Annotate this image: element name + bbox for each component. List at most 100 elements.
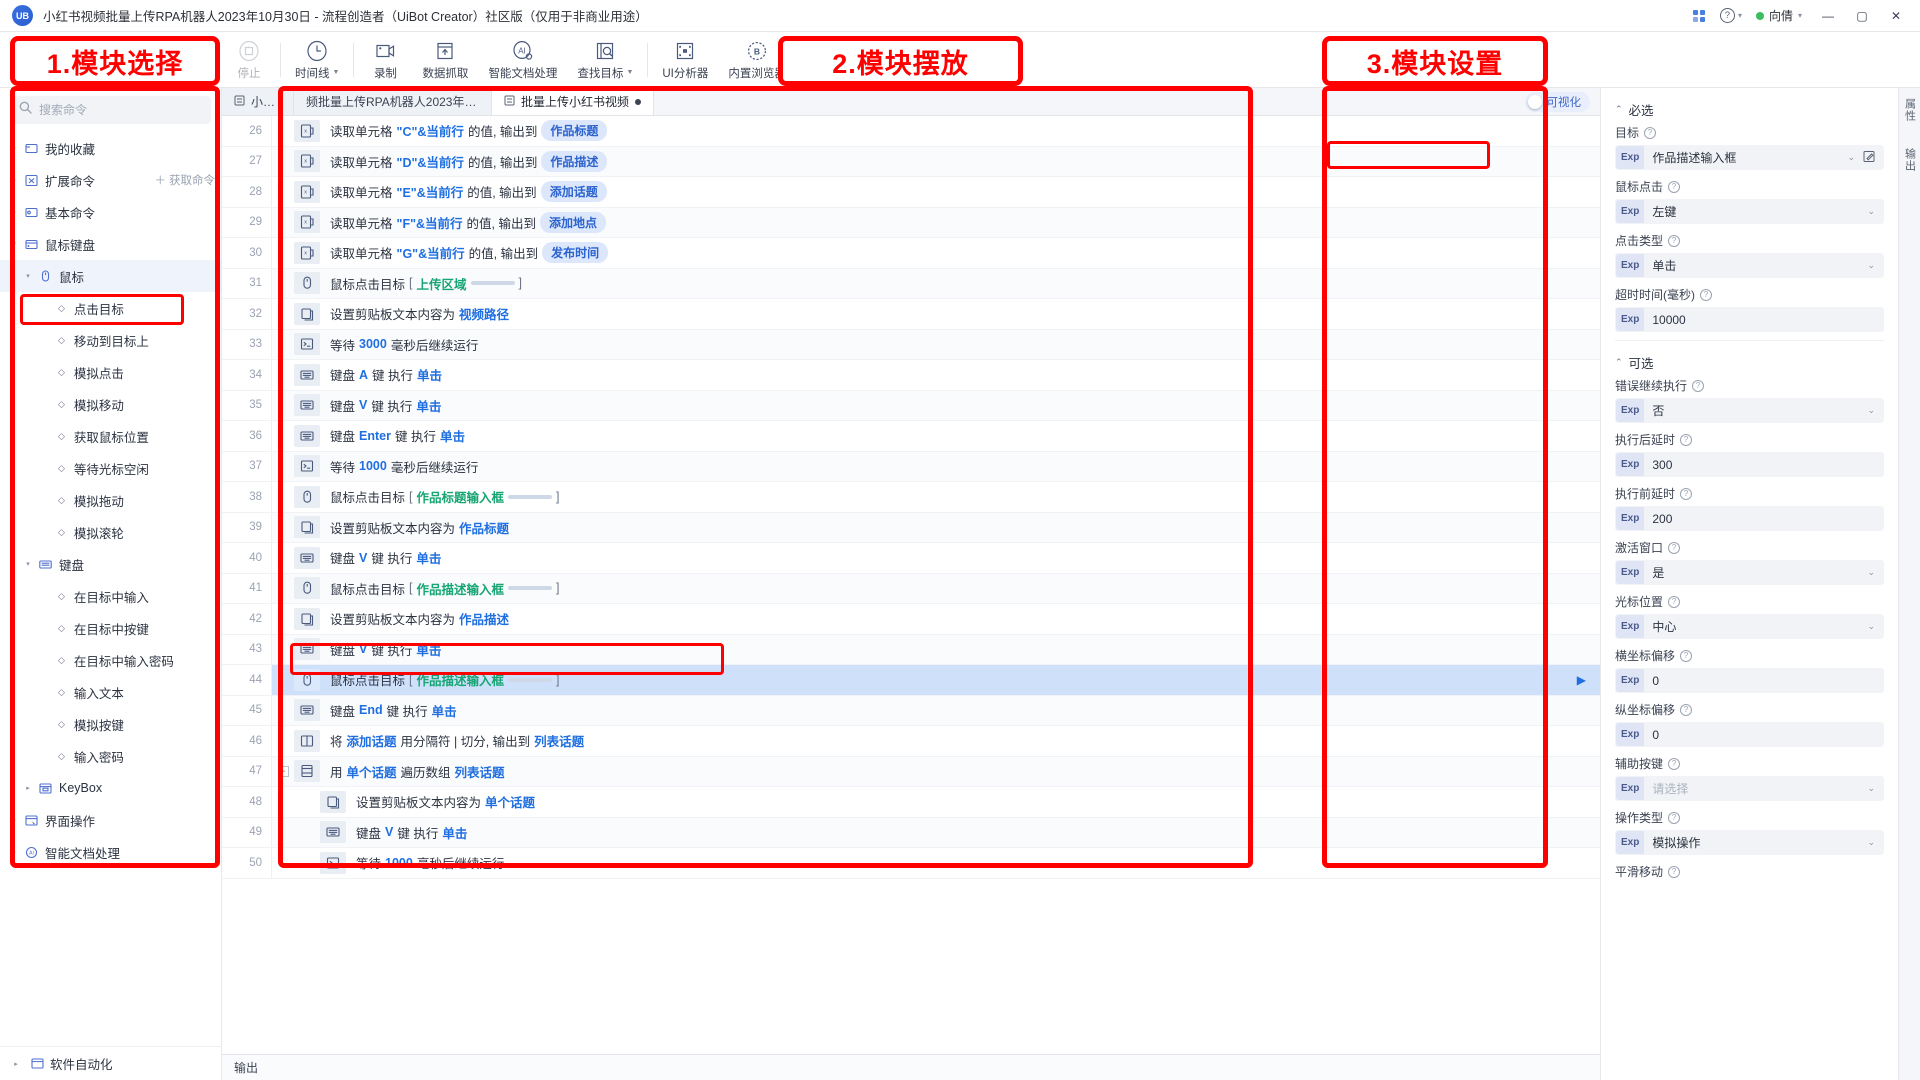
get-command-link[interactable]: ＋获取命令 [155, 172, 216, 188]
sidebar-item-leaf[interactable]: ◇ 在目标中输入 [0, 580, 221, 612]
help-icon[interactable]: ? [1668, 234, 1681, 247]
edit-target-icon[interactable] [1863, 150, 1883, 166]
help-icon[interactable]: ? [1668, 541, 1681, 554]
chevron-down-icon[interactable]: ▾ [6, 240, 22, 248]
variable-chip[interactable]: 添加话题 [540, 181, 607, 203]
flow-row[interactable]: 27 x 读取单元格 "D"&当前行 的值, 输出到 作品描述 [222, 146, 1600, 177]
sidebar-item-group[interactable]: ▸ 我的收藏 [0, 132, 221, 164]
property-input[interactable]: Exp 10000 [1615, 307, 1884, 332]
chevron-down-icon[interactable]: ⌄ [1867, 405, 1883, 416]
sidebar-item-group[interactable]: ▾ 键盘 [0, 548, 221, 580]
help-icon[interactable]: ? [1668, 757, 1681, 770]
flow-row[interactable]: 46 将添加话题 用分隔符 | 切分, 输出到 列表话题 [222, 726, 1600, 757]
fold-column[interactable] [272, 421, 294, 451]
sidebar-item-leaf[interactable]: ◇ 模拟按键 [0, 708, 221, 740]
chevron-down-icon[interactable]: ⌄ [1847, 152, 1863, 163]
fold-column[interactable] [272, 696, 294, 726]
flow-row[interactable]: 34 键盘 A 键 执行 单击 [222, 360, 1600, 391]
apps-grid-icon[interactable] [1684, 1, 1714, 31]
sidebar-item-leaf[interactable]: ◇ 输入文本 [0, 676, 221, 708]
run-from-here-icon[interactable]: ▶ [1577, 673, 1586, 687]
fold-column[interactable] [272, 574, 294, 604]
flow-row[interactable]: 48 设置剪贴板文本内容为 单个话题 [222, 787, 1600, 818]
sidebar-item-software-automation[interactable]: ▸ 软件自动化 [0, 1046, 221, 1080]
toolbar-find-target-button[interactable]: 查找目标 ▼ [567, 32, 643, 88]
minimize-button[interactable]: — [1812, 1, 1844, 31]
flow-row[interactable]: 35 键盘 V 键 执行 单击 [222, 390, 1600, 421]
flow-row[interactable]: 40 键盘 V 键 执行 单击 [222, 543, 1600, 574]
flow-row[interactable]: 31 鼠标点击目标[上传区域] [222, 268, 1600, 299]
fold-column[interactable] [272, 330, 294, 360]
fold-column[interactable] [272, 452, 294, 482]
chevron-down-icon[interactable]: ⌄ [1867, 783, 1883, 794]
fold-column[interactable] [272, 147, 294, 177]
flow-row[interactable]: 41 鼠标点击目标[作品描述输入框] [222, 573, 1600, 604]
sidebar-item-leaf[interactable]: ◇ 模拟移动 [0, 388, 221, 420]
fold-column[interactable] [272, 726, 294, 756]
sidebar-item-group[interactable]: ▾ 鼠标键盘 [0, 228, 221, 260]
file-tab[interactable]: 小红书 [222, 88, 294, 115]
chevron-down-icon[interactable]: ⌄ [1867, 206, 1883, 217]
fold-column[interactable] [272, 269, 294, 299]
chevron-right-icon[interactable]: ▸ [6, 816, 22, 824]
help-icon[interactable]: ? [1680, 433, 1693, 446]
flow-row[interactable]: 43 键盘 V 键 执行 单击 [222, 634, 1600, 665]
flow-row[interactable]: 32 设置剪贴板文本内容为 视频路径 [222, 299, 1600, 330]
sidebar-item-group[interactable]: ▸ AI 智能文档处理 [0, 836, 221, 868]
help-icon[interactable]: ? [1700, 288, 1712, 301]
sidebar-item-leaf[interactable]: ◇ 获取鼠标位置 [0, 420, 221, 452]
toolbar-ui-analyzer-button[interactable]: UI分析器 [652, 32, 718, 88]
fold-column[interactable] [272, 665, 294, 695]
property-input[interactable]: Exp 是 ⌄ [1615, 560, 1884, 585]
flow-row[interactable]: 37 等待 1000 毫秒后继续运行 [222, 451, 1600, 482]
chevron-right-icon[interactable]: ▸ [20, 784, 36, 792]
flow-row[interactable]: 45 键盘 End 键 执行 单击 [222, 695, 1600, 726]
sidebar-item-group[interactable]: ▸ 界面操作 [0, 804, 221, 836]
flow-row-selected[interactable]: 44 鼠标点击目标[作品描述输入框] ▶ [222, 665, 1600, 696]
vertical-tab-output[interactable]: 输出 [1902, 148, 1918, 172]
fold-column[interactable] [272, 818, 294, 848]
help-icon[interactable]: ? [1680, 649, 1693, 662]
output-panel-header[interactable]: 输出 [222, 1054, 1600, 1080]
help-icon[interactable]: ? [1668, 595, 1681, 608]
flow-row[interactable]: 38 鼠标点击目标[作品标题输入框] [222, 482, 1600, 513]
sidebar-item-leaf[interactable]: ◇ 模拟点击 [0, 356, 221, 388]
property-input[interactable]: Exp 300 [1615, 452, 1884, 477]
fold-column[interactable] [272, 177, 294, 207]
fold-column[interactable] [272, 391, 294, 421]
user-account[interactable]: 向倩 ▾ [1748, 7, 1810, 24]
help-icon[interactable]: ? [1668, 811, 1681, 824]
sidebar-item-leaf[interactable]: ◇ 移动到目标上 [0, 324, 221, 356]
flow-row[interactable]: 28 x 读取单元格 "E"&当前行 的值, 输出到 添加话题 [222, 177, 1600, 208]
file-tab[interactable]: 频批量上传RPA机器人2023年10月30日 [294, 88, 492, 115]
sidebar-item-group[interactable]: ▸ 扩展命令 ＋获取命令 [0, 164, 221, 196]
fold-column[interactable] [272, 543, 294, 573]
flow-row[interactable]: 47− 用单个话题 遍历数组 列表话题 [222, 756, 1600, 787]
file-tab-active[interactable]: 批量上传小红书视频 [492, 88, 655, 115]
collapse-toggle-icon[interactable]: − [277, 765, 289, 777]
visualize-toggle[interactable]: 可视化 [1524, 92, 1590, 112]
fold-column[interactable] [272, 238, 294, 268]
sidebar-item-group[interactable]: ▸ 基本命令 [0, 196, 221, 228]
fold-column[interactable] [272, 360, 294, 390]
fold-column[interactable] [272, 848, 294, 878]
help-icon[interactable]: ? [1644, 126, 1657, 139]
flow-row[interactable]: 49 键盘 V 键 执行 单击 [222, 817, 1600, 848]
chevron-right-icon[interactable]: ▸ [6, 144, 22, 152]
sidebar-item-leaf[interactable]: ◇ 在目标中按键 [0, 612, 221, 644]
flow-row[interactable]: 39 设置剪贴板文本内容为 作品标题 [222, 512, 1600, 543]
flow-row[interactable]: 29 x 读取单元格 "F"&当前行 的值, 输出到 添加地点 [222, 207, 1600, 238]
property-input[interactable]: Exp 单击 ⌄ [1615, 253, 1884, 278]
toolbar-timeline-button[interactable]: 时间线 ▼ [285, 32, 349, 88]
sidebar-item-leaf[interactable]: ◇ 模拟拖动 [0, 484, 221, 516]
chevron-right-icon[interactable]: ▸ [6, 208, 22, 216]
property-input[interactable]: Exp 0 [1615, 668, 1884, 693]
property-input[interactable]: Exp 0 [1615, 722, 1884, 747]
sidebar-item-group[interactable]: ▾ 鼠标 [0, 260, 221, 292]
help-icon[interactable]: ? [1680, 487, 1693, 500]
property-input[interactable]: Exp 200 [1615, 506, 1884, 531]
chevron-down-icon[interactable]: ⌄ [1867, 567, 1883, 578]
flow-row[interactable]: 36 键盘 Enter 键 执行 单击 [222, 421, 1600, 452]
toolbar-stop-button[interactable]: 停止 [222, 32, 276, 88]
flow-step-list[interactable]: 26 x 读取单元格 "C"&当前行 的值, 输出到 作品标题 27 x 读取单元格 "D"&当前… [222, 116, 1600, 1054]
